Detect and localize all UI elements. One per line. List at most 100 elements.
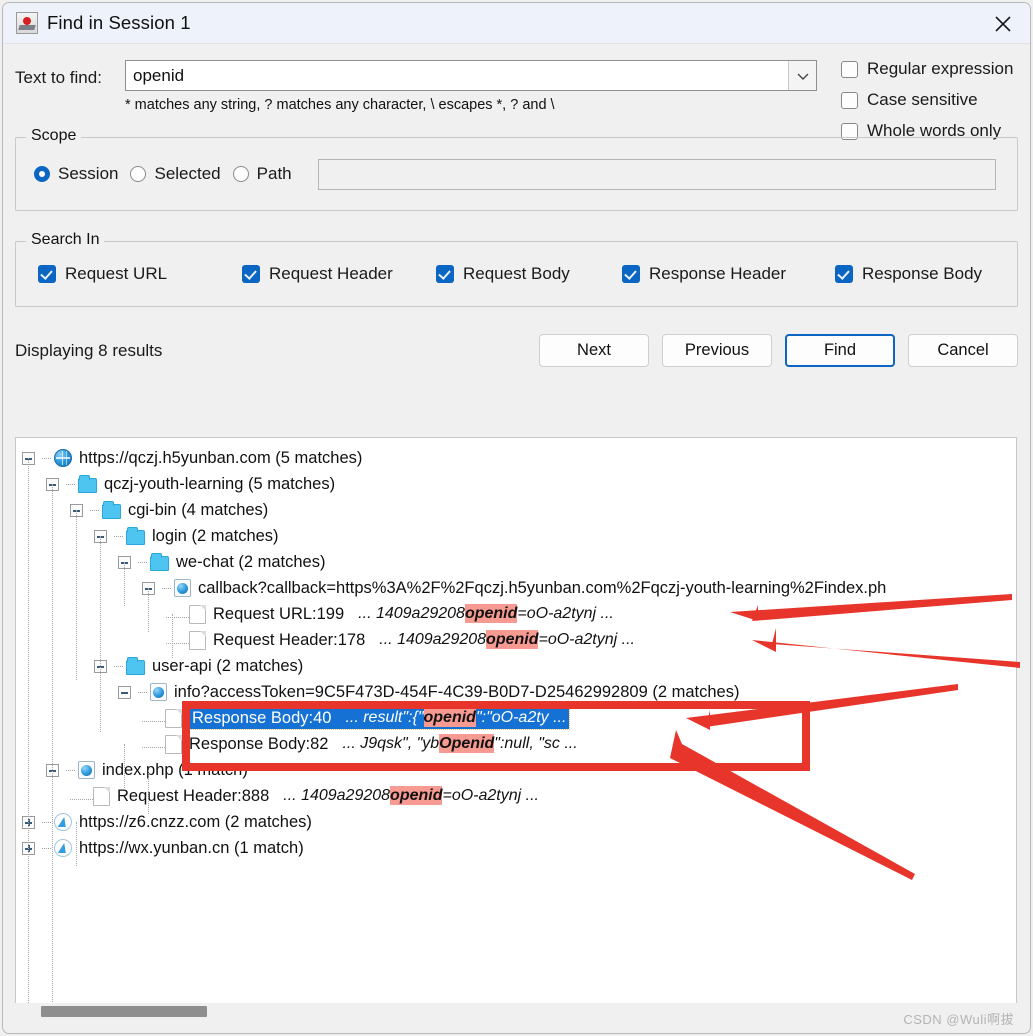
page-icon (165, 708, 182, 728)
globe-icon (54, 449, 72, 467)
scrollbar-thumb[interactable] (41, 1006, 207, 1017)
tree-guide-line (100, 536, 101, 732)
radio-icon (34, 166, 50, 182)
page-icon (165, 734, 182, 754)
checkbox-label: Case sensitive (867, 90, 978, 109)
tree-node[interactable]: https://qczj.h5yunban.com (5 matches) (16, 445, 1016, 471)
tree-connector (42, 847, 51, 849)
tree-node-label: Request Header:178 (213, 630, 366, 649)
radio-icon (130, 166, 147, 182)
match-preview: ... result":{"openid":"oO-a2ty ... (345, 708, 567, 727)
tree-node-content: cgi-bin (4 matches) (128, 501, 268, 520)
tree-node-label: https://z6.cnzz.com (2 matches) (79, 812, 312, 831)
tree-connector (70, 798, 93, 800)
tree-guide-line (148, 588, 149, 632)
tree-node-label: https://qczj.h5yunban.com (5 matches) (79, 448, 363, 467)
tree-node[interactable]: callback?callback=https%3A%2F%2Fqczj.h5y… (16, 575, 1016, 601)
watermark: CSDN @Wuli啊拔 (903, 1012, 1014, 1027)
tree-node[interactable]: https://z6.cnzz.com (2 matches) (16, 809, 1016, 835)
checkbox-response-header[interactable]: Response Header (622, 264, 835, 284)
checkbox-request-header[interactable]: Request Header (242, 264, 436, 284)
tree-connector (114, 535, 123, 537)
match-highlight: openid (486, 630, 539, 649)
find-options: Regular expression Case sensitive Whole … (841, 59, 1013, 141)
tree-connector (138, 691, 147, 693)
path-input[interactable] (317, 158, 996, 190)
tree-node[interactable]: login (2 matches) (16, 523, 1016, 549)
radio-scope-path[interactable]: Path (232, 164, 292, 184)
find-label: Text to find: (15, 68, 102, 87)
radio-icon (232, 166, 249, 182)
horizontal-scrollbar[interactable] (15, 1003, 1017, 1019)
tree-node[interactable]: https://wx.yunban.cn (1 match) (16, 835, 1016, 861)
checkbox-request-body[interactable]: Request Body (436, 264, 622, 284)
search-in-group: Search In Request URL Request Header Req… (15, 231, 1018, 307)
tree-connector (166, 616, 189, 618)
tree-node[interactable]: we-chat (2 matches) (16, 549, 1016, 575)
find-combobox[interactable] (125, 60, 817, 91)
checkbox-icon (841, 91, 858, 109)
tree-connector (66, 769, 75, 771)
search-in-legend: Search In (26, 231, 105, 249)
folder-icon (78, 474, 97, 493)
tree-node-content: https://z6.cnzz.com (2 matches) (79, 813, 312, 832)
tree-node[interactable]: user-api (2 matches) (16, 653, 1016, 679)
tree-node-label: callback?callback=https%3A%2F%2Fqczj.h5y… (198, 578, 887, 597)
next-button[interactable]: Next (539, 334, 649, 367)
tree-node[interactable]: Response Body:82 ... J9qsk", "ybOpenid":n… (16, 731, 1016, 757)
radio-scope-selected[interactable]: Selected (130, 164, 221, 184)
tree-node-content: Request Header:178 ... 1409a29208openid=o… (213, 630, 635, 650)
action-row: Displaying 8 results Next Previous Find … (3, 334, 1030, 367)
tree-node[interactable]: Request Header:178 ... 1409a29208openid=o… (16, 627, 1016, 653)
scope-group: Scope Session Selected Path (15, 127, 1018, 211)
tree-node-content: login (2 matches) (152, 527, 279, 546)
previous-button[interactable]: Previous (662, 334, 772, 367)
scope-legend: Scope (26, 127, 82, 145)
checkbox-label: Request URL (65, 264, 168, 283)
checkbox-icon (242, 265, 260, 283)
tree-node[interactable]: Request URL:199 ... 1409a29208openid=oO-a… (16, 601, 1016, 627)
bolt-icon (54, 839, 72, 857)
tree-node-content: Request Header:888 ... 1409a29208openid=o… (117, 786, 539, 806)
radio-scope-session[interactable]: Session (34, 164, 118, 184)
tree-node[interactable]: info?accessToken=9C5F473D-454F-4C39-B0D7… (16, 679, 1016, 705)
tree-node-content: Request URL:199 ... 1409a29208openid=oO-a… (213, 604, 614, 624)
checkbox-request-url[interactable]: Request URL (38, 264, 242, 284)
tree-node[interactable]: Request Header:888 ... 1409a29208openid=o… (16, 783, 1016, 809)
tree-node[interactable]: index.php (1 match) (16, 757, 1016, 783)
checkbox-response-body[interactable]: Response Body (835, 264, 982, 284)
find-button[interactable]: Find (785, 334, 895, 367)
tree-guide-line (76, 510, 77, 680)
window-title: Find in Session 1 (47, 12, 191, 33)
tree-node-content: qczj-youth-learning (5 matches) (104, 475, 335, 494)
find-in-session-dialog: Find in Session 1 Text to find: * matche… (2, 2, 1031, 1034)
checkbox-regular-expression[interactable]: Regular expression (841, 59, 1013, 79)
chevron-down-icon[interactable] (788, 61, 816, 90)
cancel-button[interactable]: Cancel (908, 334, 1018, 367)
find-input[interactable] (126, 61, 788, 90)
results-count: Displaying 8 results (15, 340, 163, 360)
tree-guide-line (52, 484, 53, 1017)
match-highlight: Openid (439, 734, 495, 753)
tree-node-label: info?accessToken=9C5F473D-454F-4C39-B0D7… (174, 682, 740, 701)
checkbox-icon (622, 265, 640, 283)
tree-connector (42, 821, 51, 823)
close-icon[interactable] (976, 3, 1030, 44)
tree-connector (90, 509, 99, 511)
tree-node[interactable]: qczj-youth-learning (5 matches) (16, 471, 1016, 497)
tree-node-content: info?accessToken=9C5F473D-454F-4C39-B0D7… (174, 683, 739, 702)
checkbox-case-sensitive[interactable]: Case sensitive (841, 90, 1013, 110)
tree-guide-line (124, 744, 125, 788)
results-tree: https://qczj.h5yunban.com (5 matches) qcz… (16, 438, 1016, 1017)
tree-node-label: Response Body:82 (189, 734, 329, 753)
checkbox-icon (38, 265, 56, 283)
checkbox-label: Request Body (463, 264, 570, 283)
tree-connector (114, 665, 123, 667)
collapse-icon[interactable] (118, 685, 131, 699)
tree-node[interactable]: Response Body:40 ... result":{"openid":"o… (16, 705, 1016, 731)
results-tree-panel[interactable]: https://qczj.h5yunban.com (5 matches) qcz… (15, 437, 1017, 1018)
tree-node[interactable]: cgi-bin (4 matches) (16, 497, 1016, 523)
checkbox-icon (835, 265, 853, 283)
checkbox-icon (436, 265, 454, 283)
tree-node-label: Request URL:199 (213, 604, 345, 623)
